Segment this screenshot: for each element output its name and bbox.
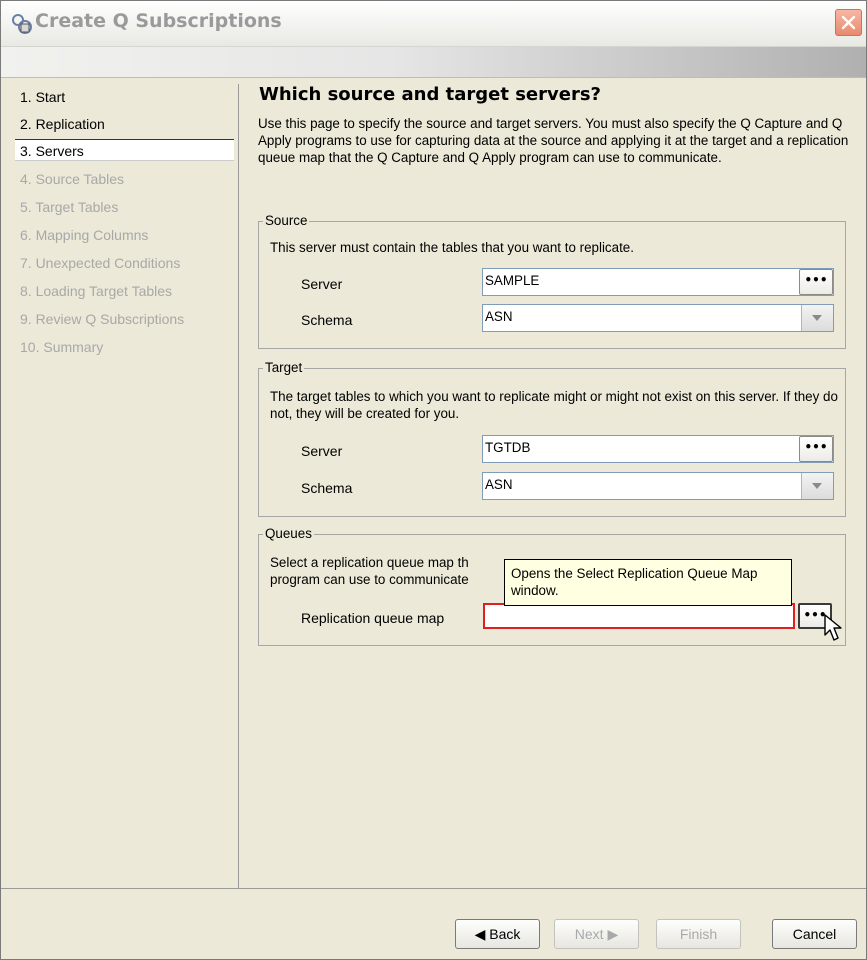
chevron-down-icon <box>812 315 822 321</box>
app-icon <box>12 14 32 34</box>
target-schema-dropdown[interactable]: ASN <box>482 472 834 500</box>
target-description: The target tables to which you want to r… <box>270 389 838 421</box>
target-schema-dropdown-arrow[interactable] <box>801 473 833 499</box>
source-schema-value: ASN <box>485 309 513 324</box>
target-schema-label: Schema <box>301 480 353 496</box>
nav-item-source-tables: 4. Source Tables <box>20 171 125 187</box>
queues-description: Select a replication queue map th progra… <box>270 554 530 588</box>
replication-queue-map-field[interactable] <box>483 603 795 629</box>
wizard-step-list: 1. Start 2. Replication 3. Servers 4. So… <box>15 84 239 888</box>
source-server-field[interactable]: SAMPLE ••• <box>482 268 834 296</box>
nav-item-start[interactable]: 1. Start <box>15 86 234 108</box>
queues-description-line1: Select a replication queue map th <box>270 555 469 570</box>
wizard-banner <box>1 46 866 78</box>
window-title: Create Q Subscriptions <box>35 10 282 32</box>
title-bar: Create Q Subscriptions <box>1 1 866 46</box>
source-server-value: SAMPLE <box>485 273 540 288</box>
target-server-label: Server <box>301 443 343 459</box>
cancel-button[interactable]: Cancel <box>772 919 857 949</box>
source-group: Source This server must contain the tabl… <box>258 212 846 349</box>
target-server-browse-button[interactable]: ••• <box>799 436 833 462</box>
close-icon <box>841 15 856 30</box>
queues-description-line2: program can use to communicate <box>270 572 469 587</box>
back-button[interactable]: ◀ Back <box>455 919 540 949</box>
target-server-value: TGTDB <box>485 440 531 455</box>
mouse-cursor-icon <box>824 614 842 641</box>
queues-legend: Queues <box>263 525 314 543</box>
source-legend: Source <box>263 212 310 230</box>
tooltip: Opens the Select Replication Queue Map w… <box>504 559 792 606</box>
next-button[interactable]: Next ▶ <box>554 919 639 949</box>
page-description: Use this page to specify the source and … <box>258 116 849 165</box>
nav-item-replication[interactable]: 2. Replication <box>15 113 234 135</box>
nav-item-servers[interactable]: 3. Servers <box>15 139 234 161</box>
close-button[interactable] <box>835 9 862 36</box>
create-q-subscriptions-window: Create Q Subscriptions 1. Start 2. Repli… <box>0 0 867 960</box>
wizard-button-bar: ◀ Back Next ▶ Finish Cancel <box>1 888 866 959</box>
nav-item-loading-target-tables: 8. Loading Target Tables <box>20 283 173 299</box>
nav-item-unexpected-conditions: 7. Unexpected Conditions <box>20 255 181 271</box>
source-server-label: Server <box>301 276 343 292</box>
nav-item-mapping-columns: 6. Mapping Columns <box>20 227 149 243</box>
target-group: Target The target tables to which you wa… <box>258 359 846 517</box>
source-schema-dropdown-arrow[interactable] <box>801 305 833 331</box>
chevron-down-icon <box>812 483 822 489</box>
target-legend: Target <box>263 359 305 377</box>
nav-item-target-tables: 5. Target Tables <box>20 199 119 215</box>
target-schema-value: ASN <box>485 477 513 492</box>
replication-queue-map-label: Replication queue map <box>301 610 445 626</box>
target-server-field[interactable]: TGTDB ••• <box>482 435 834 463</box>
source-schema-dropdown[interactable]: ASN <box>482 304 834 332</box>
source-description: This server must contain the tables that… <box>270 240 634 255</box>
finish-button[interactable]: Finish <box>656 919 741 949</box>
wizard-content: Which source and target servers? Use thi… <box>238 84 858 888</box>
page-title: Which source and target servers? <box>259 84 601 105</box>
nav-item-review-q-subscriptions: 9. Review Q Subscriptions <box>20 311 185 327</box>
nav-item-summary: 10. Summary <box>20 339 104 355</box>
source-schema-label: Schema <box>301 312 353 328</box>
source-server-browse-button[interactable]: ••• <box>799 269 833 295</box>
